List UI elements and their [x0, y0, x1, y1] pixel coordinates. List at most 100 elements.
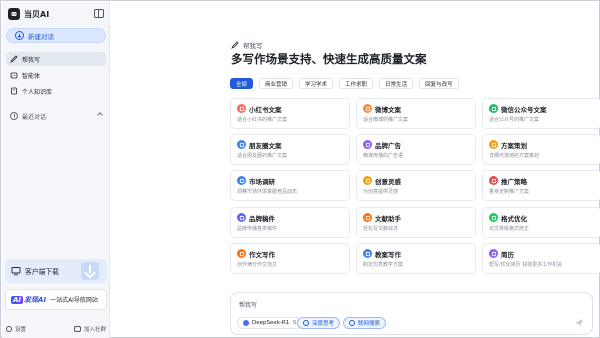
banner-tagline: 一站式AI导航网站 [50, 297, 98, 304]
scenario-card[interactable]: 文献助手轻松写文献综述 [356, 207, 476, 238]
web-search-label: 联网搜索 [358, 321, 381, 327]
card-title: 创意灵感 [375, 178, 401, 186]
scenario-card[interactable]: 作文写作 创作满分作文范文 [230, 243, 350, 274]
settings-button[interactable]: 设置 [6, 325, 26, 333]
card-description: 创作满分作文范文 [237, 262, 278, 268]
web-search-toggle[interactable]: 联网搜索 [343, 317, 387, 329]
banner-brand: AI 发现AI [11, 295, 46, 305]
main-content: 帮我写 多写作场景支持、快速生成高质量文案 全部 商业营销 学习学术 工作求职 … [111, 2, 600, 338]
sidebar-item-write[interactable]: 帮我写 [6, 52, 106, 66]
model-label: DeepSeek-R1 [252, 320, 290, 326]
banner-brand-ai: AI [11, 295, 24, 304]
sidebar-item-agent[interactable]: 智能体 [6, 68, 106, 82]
sidebar-footer: 设置 加入社群 [6, 324, 106, 334]
scenario-card[interactable]: 教案写作制定优秀教学方案 [356, 243, 476, 274]
prompt-placeholder: 帮我写 [239, 302, 258, 309]
model-selector[interactable]: DeepSeek-R1 ⇅ [237, 317, 303, 329]
card-title: 文献助手 [375, 215, 401, 223]
sidebar-item-knowledge[interactable]: 个人知识库 [6, 84, 106, 98]
scenario-card[interactable]: 简历帮写/优化简历 获取更多工作机会 [482, 243, 600, 274]
deep-think-label: 深度思考 [312, 321, 335, 327]
recent-chats-header[interactable]: 最近对话 [6, 110, 106, 122]
tab-all[interactable]: 全部 [230, 78, 254, 89]
recent-chats-label: 最近对话 [22, 113, 47, 121]
scenario-card[interactable]: 小红书文案适合小红书的推广文案 [230, 98, 350, 129]
card-description: 适合朋友圈的推广文案 [237, 153, 288, 159]
logo[interactable]: 当贝AI [8, 7, 106, 21]
scenario-card[interactable]: 创意灵感 为创意提供灵感 [356, 170, 476, 201]
moments-icon [237, 140, 246, 149]
card-description: 适合公众号的推广文案 [489, 117, 540, 123]
new-chat-label: 新建对话 [28, 32, 54, 41]
community-icon [73, 326, 81, 332]
book-icon [10, 87, 18, 95]
format-icon [489, 213, 498, 222]
ai-navigation-banner[interactable]: AI 发现AI 一站式AI导航网站 [5, 289, 107, 310]
agent-icon [10, 71, 18, 79]
banner-brand-text: 发现AI [24, 295, 47, 304]
deep-think-toggle[interactable]: 深度思考 [297, 317, 341, 329]
card-title: 微信公众号文案 [501, 106, 547, 114]
scenario-card[interactable]: 品牌稿件 品牌传播各类稿件 [230, 207, 350, 238]
card-title: 品牌稿件 [249, 215, 275, 223]
megaphone-icon [363, 140, 372, 149]
community-label: 加入社群 [83, 327, 106, 333]
sidebar-collapse-icon[interactable] [94, 9, 104, 18]
send-icon[interactable] [574, 318, 584, 328]
card-title: 品牌广告 [375, 142, 401, 150]
bulb-icon [363, 176, 372, 185]
download-client-button[interactable]: 客户端下载 [5, 259, 107, 283]
chevron-up-icon [97, 112, 103, 118]
gear-icon [6, 326, 12, 332]
card-title: 市场调研 [249, 178, 275, 186]
scenario-card[interactable]: 品牌广告 精准传播的广告语 [356, 134, 476, 165]
tab-academic[interactable]: 学习学术 [299, 78, 334, 89]
card-title: 简历 [501, 251, 514, 259]
download-arrow-icon [81, 262, 99, 280]
scenario-card[interactable]: 朋友圈文案 适合朋友圈的推广文案 [230, 134, 350, 165]
download-label: 客户端下载 [25, 268, 59, 276]
sidebar-item-label: 智能体 [22, 72, 41, 80]
sidebar-item-label: 个人知识库 [22, 88, 53, 96]
scenario-card[interactable]: 市场调研 洞察市场环境掌握竞品动态 [230, 170, 350, 201]
settings-label: 设置 [15, 327, 27, 333]
app-name: 当贝AI [24, 9, 50, 19]
tab-career[interactable]: 工作求职 [339, 78, 374, 89]
category-tabs: 全部 商业营销 学习学术 工作求职 日常生活 回复与改写 [230, 78, 465, 89]
sidebar: 当贝AI 新建对话 帮我写 智能体 个人知识库 最近对话 客户端下载 AI 发现… [2, 2, 110, 338]
weibo-icon [363, 104, 372, 113]
logo-icon [8, 8, 20, 20]
card-description: 论文排版格式修正 [489, 226, 530, 232]
section-label-text: 帮我写 [243, 42, 263, 50]
scenario-card[interactable]: 微博文案适合微博的推广文案 [356, 98, 476, 129]
card-description: 帮写/优化简历 获取更多工作机会 [489, 262, 563, 268]
pen-icon [231, 41, 239, 49]
new-chat-button[interactable]: 新建对话 [6, 28, 106, 43]
tab-marketing[interactable]: 商业营销 [259, 78, 294, 89]
card-description: 详细可落地的方案策划 [489, 153, 540, 159]
card-title: 微博文案 [375, 106, 401, 114]
card-description: 适合微博的推广文案 [363, 117, 409, 123]
join-community-button[interactable]: 加入社群 [73, 325, 106, 333]
sidebar-item-label: 帮我写 [22, 56, 41, 64]
scenario-card[interactable]: 方案策划 详细可落地的方案策划 [482, 134, 600, 165]
card-title: 格式优化 [501, 215, 527, 223]
resume-icon [489, 249, 498, 258]
scenario-card[interactable]: 微信公众号文案适合公众号的推广文案 [482, 98, 600, 129]
scenario-card[interactable]: 推广策略 量身定制推广方案 [482, 170, 600, 201]
card-description: 制定优秀教学方案 [363, 262, 404, 268]
card-title: 教案写作 [375, 251, 401, 259]
globe-icon [349, 320, 355, 326]
card-title: 小红书文案 [249, 106, 282, 114]
card-description: 适合小红书的推广文案 [237, 117, 288, 123]
prompt-input[interactable]: 帮我写 DeepSeek-R1 ⇅ 深度思考 联网搜索 [230, 292, 593, 335]
tab-daily[interactable]: 日常生活 [379, 78, 414, 89]
plan-icon [489, 140, 498, 149]
target-icon [489, 176, 498, 185]
scenario-card[interactable]: 格式优化论文排版格式修正 [482, 207, 600, 238]
clock-icon [10, 112, 18, 120]
lesson-icon [363, 249, 372, 258]
card-description: 轻松写文献综述 [363, 226, 399, 232]
atom-icon [303, 320, 309, 326]
tab-reply-rewrite[interactable]: 回复与改写 [419, 78, 459, 89]
